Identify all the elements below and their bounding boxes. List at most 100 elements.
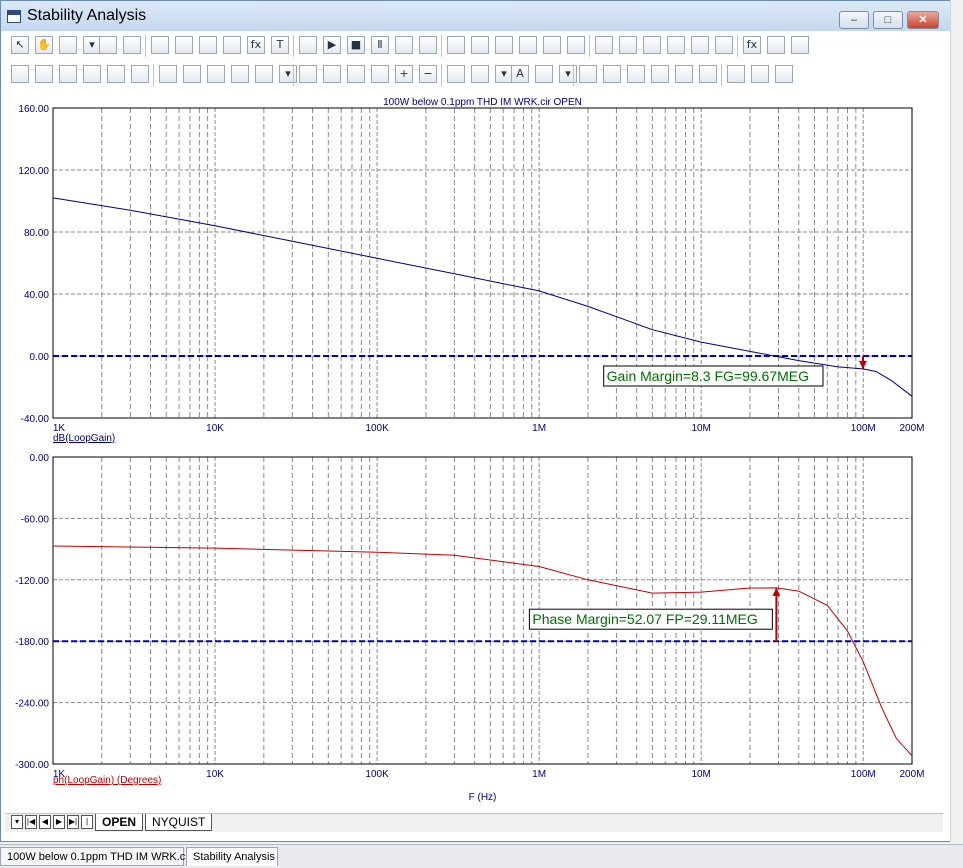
inflection-icon[interactable] — [107, 65, 125, 83]
maximize-button[interactable]: □ — [873, 11, 903, 29]
find-icon[interactable] — [767, 36, 785, 54]
window-title: Stability Analysis — [27, 7, 147, 24]
peak-icon[interactable] — [715, 36, 733, 54]
peak-icon[interactable] — [11, 65, 29, 83]
toolbar-separator — [293, 35, 294, 57]
title-bar[interactable]: Stability Analysis – □ ✕ — [1, 1, 950, 31]
split-icon[interactable] — [595, 36, 613, 54]
stability-analysis-window: Stability Analysis – □ ✕ ↖ ✋ ▾ fx T ▶ ■ Ⅱfx ▾ + −… — [0, 0, 951, 842]
first-tab-icon[interactable]: |◀ — [25, 815, 37, 829]
y-tick-label: -60.00 — [21, 514, 50, 525]
stability-plots: -40.000.0040.0080.00120.00160.001K 10K 100… — [15, 97, 924, 803]
grid-icon[interactable] — [471, 36, 489, 54]
fx-icon[interactable]: fx — [247, 36, 265, 54]
scale-icon[interactable] — [151, 36, 169, 54]
x-tick-label: 100M — [851, 423, 876, 434]
zoom-range-icon[interactable] — [371, 65, 389, 83]
scale-icon[interactable] — [175, 36, 193, 54]
scale-icon[interactable] — [199, 36, 217, 54]
pan-icon[interactable]: ✋ — [35, 36, 53, 54]
pointer-icon[interactable]: ↖ — [11, 36, 29, 54]
window-icon — [7, 10, 21, 23]
layout-icon[interactable] — [567, 36, 585, 54]
text-icon[interactable]: T — [271, 36, 289, 54]
bottom-icon[interactable] — [183, 65, 201, 83]
tab-nyquist[interactable]: NYQUIST — [145, 814, 213, 831]
toolbar-separator — [737, 35, 738, 57]
margin-arrow-head — [858, 360, 867, 369]
font-icon[interactable]: A — [511, 65, 529, 83]
x-tick-label: 10K — [206, 769, 224, 780]
layout-icon[interactable] — [495, 36, 513, 54]
layout-icon[interactable] — [519, 36, 537, 54]
calc-icon[interactable] — [323, 65, 341, 83]
last-tab-icon[interactable]: ▶| — [67, 815, 79, 829]
taskbar: 100W below 0.1ppm THD IM WRK.cir Stabili… — [0, 844, 963, 868]
x-tick-label: 200M — [899, 423, 924, 434]
tab-scroll-icon[interactable]: | — [81, 815, 93, 829]
toolbar-separator — [145, 35, 146, 57]
run-icon[interactable]: ▶ — [323, 36, 341, 54]
pause-icon[interactable]: Ⅱ — [371, 36, 389, 54]
copy-icon[interactable] — [627, 65, 645, 83]
y-tick-label: 160.00 — [18, 104, 49, 115]
zoom-100-icon[interactable] — [447, 65, 465, 83]
local-icon[interactable] — [231, 65, 249, 83]
align-icon[interactable] — [651, 65, 669, 83]
minimize-button[interactable]: – — [839, 11, 869, 29]
taskbar-item-stability[interactable]: Stability Analysis — [186, 847, 278, 866]
stop-icon[interactable]: ■ — [347, 36, 365, 54]
x-axis-label: F (Hz) — [469, 792, 497, 803]
x-tick-label: 10K — [206, 423, 224, 434]
align-icon[interactable] — [699, 65, 717, 83]
prev-tab-icon[interactable]: ◀ — [39, 815, 51, 829]
cursor-icon[interactable] — [395, 36, 413, 54]
align-icon[interactable] — [751, 65, 769, 83]
edit-icon[interactable] — [791, 36, 809, 54]
list-icon[interactable] — [299, 65, 317, 83]
fx-icon[interactable]: fx — [743, 36, 761, 54]
x-tick-label: 200M — [899, 769, 924, 780]
style-icon[interactable] — [535, 65, 553, 83]
marker-icon[interactable] — [667, 36, 685, 54]
scale-icon[interactable] — [223, 36, 241, 54]
align-icon[interactable] — [675, 65, 693, 83]
valley-icon[interactable] — [35, 65, 53, 83]
top-icon[interactable] — [159, 65, 177, 83]
layout-icon[interactable] — [543, 36, 561, 54]
align-icon[interactable] — [775, 65, 793, 83]
tab-open[interactable]: OPEN — [95, 814, 144, 831]
low-icon[interactable] — [83, 65, 101, 83]
peak-icon[interactable] — [691, 36, 709, 54]
y-tick-label: -120.00 — [15, 576, 49, 587]
scale-icon[interactable] — [123, 36, 141, 54]
marker-icon[interactable] — [643, 36, 661, 54]
global-icon[interactable] — [207, 65, 225, 83]
tag-icon[interactable] — [579, 65, 597, 83]
copy-icon[interactable] — [59, 36, 77, 54]
dropdown-icon[interactable]: ▾ — [11, 815, 23, 829]
grid-toggle-icon[interactable] — [471, 65, 489, 83]
x-tick-label: 100K — [365, 423, 389, 434]
cursor-icon[interactable] — [419, 36, 437, 54]
properties-icon[interactable] — [299, 36, 317, 54]
dropdown-icon[interactable]: ▾ — [279, 65, 297, 83]
align-icon[interactable] — [727, 65, 745, 83]
right-scroll-strip[interactable] — [950, 0, 963, 842]
zoom-in-icon[interactable]: + — [395, 65, 413, 83]
taskbar-item-circuit[interactable]: 100W below 0.1ppm THD IM WRK.cir — [0, 847, 191, 866]
series-line — [52, 545, 913, 757]
split-icon[interactable] — [619, 36, 637, 54]
zoom-fit-icon[interactable] — [347, 65, 365, 83]
zoom-out-icon[interactable]: − — [419, 65, 437, 83]
dropdown-icon[interactable]: ▾ — [559, 65, 577, 83]
close-button[interactable]: ✕ — [907, 11, 939, 29]
copy-icon[interactable] — [603, 65, 621, 83]
next-tab-icon[interactable]: ▶ — [53, 815, 65, 829]
high-icon[interactable] — [59, 65, 77, 83]
grid-icon[interactable] — [447, 36, 465, 54]
paste-icon[interactable] — [255, 65, 273, 83]
y-axis-label: ph(LoopGain) (Degrees) — [53, 775, 161, 786]
window-icon[interactable] — [99, 36, 117, 54]
slope-icon[interactable] — [131, 65, 149, 83]
